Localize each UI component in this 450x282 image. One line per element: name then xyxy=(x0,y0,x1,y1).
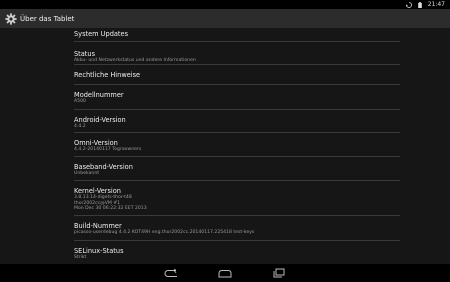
status-bar: 21:47 xyxy=(0,0,450,9)
item-subtitle: 4.4.2-20140117 Tegraowners xyxy=(74,147,142,152)
list-item-legal[interactable]: Rechtliche Hinweise xyxy=(74,65,400,84)
recent-apps-icon[interactable] xyxy=(269,266,289,280)
settings-list: System Updates Status Akku- und Netzwerk… xyxy=(74,28,400,264)
list-item-model-number: Modellnummer A500 xyxy=(74,85,400,109)
item-subtitle: Akku- und Netzwerkstatus und andere Info… xyxy=(74,58,196,63)
item-title: Omni-Version xyxy=(74,139,118,147)
back-icon[interactable] xyxy=(161,266,181,280)
list-item-selinux-status: SELinux-Status Strikt xyxy=(74,241,400,261)
list-item-kernel-version: Kernel-Version 3.8.13.14-digets-thor-t48… xyxy=(74,181,400,215)
wifi-sync-icon xyxy=(405,1,412,8)
list-item-baseband-version: Baseband-Version Unbekannt xyxy=(74,157,400,180)
home-icon[interactable] xyxy=(215,266,235,280)
item-subtitle: A500 xyxy=(74,99,86,104)
item-title: Android-Version xyxy=(74,116,126,124)
item-title: System Updates xyxy=(74,30,128,38)
settings-gear-icon[interactable] xyxy=(4,12,18,26)
item-subtitle: 4.4.2 xyxy=(74,124,86,129)
item-subtitle: Unbekannt xyxy=(74,171,100,176)
page-title: Über das Tablet xyxy=(20,14,75,23)
item-title: Status xyxy=(74,50,96,58)
list-item-android-version[interactable]: Android-Version 4.4.2 xyxy=(74,110,400,132)
list-item-status[interactable]: Status Akku- und Netzwerkstatus und ande… xyxy=(74,42,400,64)
status-time: 21:47 xyxy=(427,1,445,8)
item-title: Build-Nummer xyxy=(74,222,122,230)
item-title: Kernel-Version xyxy=(74,187,121,195)
navigation-bar xyxy=(0,264,450,282)
item-subtitle: picasso-userdebug 4.4.2 KOT49H eng.thor2… xyxy=(74,230,255,235)
item-title: SELinux-Status xyxy=(74,247,124,255)
battery-icon xyxy=(417,1,423,8)
item-subtitle-line: Mon Dec 30 06:22:32 EET 2013 xyxy=(74,206,147,212)
item-subtitle: Strikt xyxy=(74,255,87,260)
action-bar: Über das Tablet xyxy=(0,9,450,28)
item-title: Baseband-Version xyxy=(74,163,133,171)
list-item-omni-version: Omni-Version 4.4.2-20140117 Tegraowners xyxy=(74,133,400,156)
item-title: Modellnummer xyxy=(74,91,124,99)
item-title: Rechtliche Hinweise xyxy=(74,71,141,79)
list-item-system-updates[interactable]: System Updates xyxy=(74,28,400,41)
list-item-build-number[interactable]: Build-Nummer picasso-userdebug 4.4.2 KOT… xyxy=(74,216,400,240)
